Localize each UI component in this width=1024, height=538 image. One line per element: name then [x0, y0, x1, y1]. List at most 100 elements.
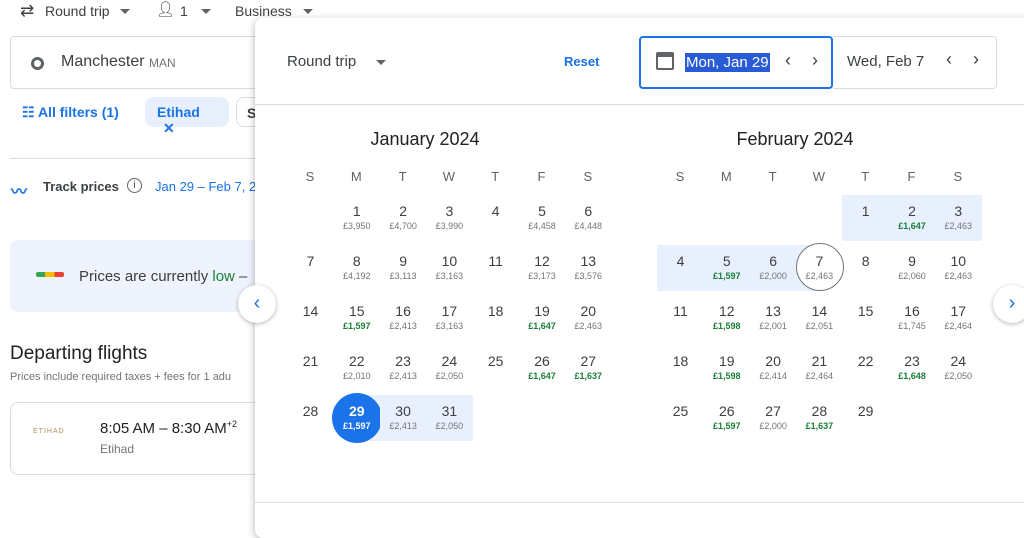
day-cell[interactable]: 13 £3,576	[565, 245, 612, 291]
day-cell[interactable]: 11	[472, 245, 519, 291]
day-cell[interactable]: 29 £1,597	[332, 393, 383, 443]
weekday-label: W	[812, 169, 826, 184]
day-price: £2,010	[343, 371, 371, 381]
day-cell[interactable]: 21	[287, 345, 334, 391]
day-cell[interactable]: 26 £1,647	[519, 345, 566, 391]
day-cell[interactable]: 22	[842, 345, 889, 391]
day-cell[interactable]: 4	[657, 245, 704, 291]
day-cell[interactable]: 31 £2,050	[425, 395, 473, 441]
day-cell[interactable]: 15	[842, 295, 889, 341]
day-cell[interactable]: 20 £2,414	[750, 345, 797, 391]
day-number: 25	[672, 403, 689, 419]
prev-month-button[interactable]: ‹	[238, 285, 276, 323]
day-cell[interactable]: 19 £1,647	[519, 295, 566, 341]
day-cell[interactable]: 10 £3,163	[426, 245, 473, 291]
day-cell[interactable]: 4	[472, 195, 519, 241]
day-cell[interactable]: 12 £3,173	[519, 245, 566, 291]
day-cell[interactable]: 1	[842, 195, 890, 241]
day-cell[interactable]: 6 £4,448	[565, 195, 612, 241]
day-cell[interactable]: 18	[657, 345, 704, 391]
day-cell[interactable]: 14 £2,051	[796, 295, 843, 341]
day-number: 20	[765, 353, 781, 369]
track-dates[interactable]: Jan 29 – Feb 7, 2	[155, 179, 255, 194]
day-cell[interactable]: 5 £4,458	[519, 195, 566, 241]
day-cell[interactable]: 3 £3,990	[426, 195, 473, 241]
day-price: £2,050	[435, 371, 464, 381]
day-cell[interactable]: 8 £4,192	[333, 245, 380, 291]
return-next-chevron-icon[interactable]: ›	[973, 49, 979, 70]
day-cell[interactable]: 9 £2,060	[889, 245, 936, 291]
day-cell[interactable]: 11	[657, 295, 704, 341]
day-cell[interactable]: 2 £1,647	[888, 195, 936, 241]
day-cell[interactable]: 30 £2,413	[379, 395, 427, 441]
day-cell[interactable]: 22 £2,010	[333, 345, 380, 391]
day-cell[interactable]: 27 £2,000	[750, 395, 797, 441]
day-cell[interactable]: 25	[472, 345, 519, 391]
day-cell[interactable]: 12 £1,598	[703, 295, 750, 341]
day-cell[interactable]: 7 £2,463	[795, 243, 844, 291]
weekday-label: F	[537, 169, 546, 184]
flight-card[interactable]: ETIHAD 8:05 AM – 8:30 AM+2 Etihad	[10, 402, 270, 475]
day-cell[interactable]: 2 £4,700	[380, 195, 427, 241]
depart-prev-chevron-icon[interactable]: ‹	[785, 50, 791, 71]
day-cell[interactable]: 10 £2,463	[935, 245, 982, 291]
day-cell[interactable]: 18	[472, 295, 519, 341]
day-cell[interactable]: 13 £2,001	[750, 295, 797, 341]
day-number: 13	[580, 253, 597, 269]
return-prev-chevron-icon[interactable]: ‹	[946, 49, 952, 70]
passengers-select[interactable]: 1	[180, 3, 188, 19]
day-cell[interactable]: 16 £1,745	[889, 295, 936, 341]
weekday-label: M	[350, 169, 362, 184]
day-cell[interactable]: 19 £1,598	[703, 345, 750, 391]
day-price: £1,597	[713, 421, 741, 431]
day-cell[interactable]: 17 £3,163	[426, 295, 473, 341]
day-cell[interactable]: 27 £1,637	[565, 345, 612, 391]
weekday-label: F	[907, 169, 916, 184]
depart-next-chevron-icon[interactable]: ›	[812, 50, 818, 71]
all-filters-button[interactable]: ☷ All filters (1)	[22, 104, 119, 121]
day-cell[interactable]: 28	[287, 395, 334, 441]
day-number: 14	[811, 303, 828, 319]
depart-date-field[interactable]: Mon, Jan 29 ‹ ›	[639, 36, 833, 89]
popup-trip-type-select[interactable]: Round trip	[287, 53, 356, 70]
day-number: 8	[352, 253, 361, 269]
airline-filter-chip[interactable]: Etihad ✕	[145, 97, 229, 136]
day-cell[interactable]: 5 £1,597	[703, 245, 751, 291]
day-cell[interactable]: 28 £1,637	[796, 395, 843, 441]
next-month-button[interactable]: ›	[993, 285, 1024, 323]
day-cell[interactable]: 26 £1,597	[703, 395, 750, 441]
day-cell[interactable]: 3 £2,463	[934, 195, 982, 241]
day-cell[interactable]: 9 £3,113	[380, 245, 427, 291]
day-cell[interactable]: 24 £2,050	[935, 345, 982, 391]
day-number: 17	[441, 303, 458, 319]
trip-type-caret-icon	[120, 9, 130, 14]
day-price: £1,745	[898, 321, 926, 331]
day-cell[interactable]: 24 £2,050	[426, 345, 473, 391]
day-price: £3,173	[528, 271, 556, 281]
close-icon[interactable]: ✕	[163, 120, 175, 136]
day-cell[interactable]: 29	[842, 395, 889, 441]
info-icon[interactable]: i	[127, 178, 142, 193]
day-cell[interactable]: 25	[657, 395, 704, 441]
day-cell[interactable]: 21 £2,464	[796, 345, 843, 391]
day-number: 29	[857, 403, 874, 419]
day-cell[interactable]: 8	[842, 245, 889, 291]
day-cell[interactable]: 16 £2,413	[380, 295, 427, 341]
day-cell[interactable]: 7	[287, 245, 334, 291]
day-number: 15	[857, 303, 874, 319]
trip-type-select[interactable]: Round trip	[45, 3, 110, 19]
day-cell[interactable]: 23 £2,413	[380, 345, 427, 391]
day-cell[interactable]: 15 £1,597	[333, 295, 380, 341]
day-cell[interactable]: 17 £2,464	[935, 295, 982, 341]
day-number: 16	[904, 303, 920, 319]
insight-level: low	[212, 268, 235, 285]
cabin-select[interactable]: Business	[235, 3, 292, 19]
day-cell[interactable]: 14	[287, 295, 334, 341]
reset-button[interactable]: Reset	[564, 54, 599, 69]
day-cell[interactable]: 23 £1,648	[889, 345, 936, 391]
day-cell[interactable]: 6 £2,000	[749, 245, 797, 291]
day-cell[interactable]: 1 £3,950	[333, 195, 380, 241]
day-price: £1,637	[574, 371, 603, 381]
day-cell[interactable]: 20 £2,463	[565, 295, 612, 341]
return-date-field[interactable]: Wed, Feb 7 ‹ ›	[833, 36, 997, 89]
